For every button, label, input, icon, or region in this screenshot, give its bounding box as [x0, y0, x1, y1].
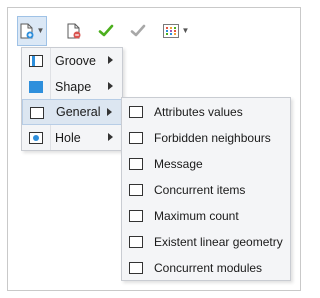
- general-icon: [30, 107, 44, 119]
- submenu-item-forbidden-neighbours[interactable]: Forbidden neighbours: [122, 125, 290, 151]
- chevron-right-icon: [108, 82, 113, 90]
- menu-item-label: Shape: [55, 80, 92, 94]
- submenu-item-label: Concurrent modules: [154, 261, 263, 275]
- menu-item-shape[interactable]: Shape: [22, 74, 122, 100]
- validate-disabled-button[interactable]: [126, 16, 150, 46]
- menu-item-label: General: [56, 105, 101, 119]
- rectangle-icon: [129, 210, 143, 222]
- menu-item-label: Hole: [55, 131, 81, 145]
- hole-icon: [29, 132, 43, 144]
- add-item-menu: Groove Shape General Hole: [21, 47, 123, 151]
- rectangle-icon: [129, 236, 143, 248]
- shape-icon: [29, 81, 43, 93]
- groove-icon: [29, 55, 43, 67]
- submenu-item-existent-linear-geometry[interactable]: Existent linear geometry: [122, 229, 290, 255]
- rectangle-icon: [129, 184, 143, 196]
- menu-item-groove[interactable]: Groove: [22, 48, 122, 74]
- grey-check-icon: [130, 24, 146, 37]
- grid-select-button[interactable]: ▼: [159, 16, 193, 46]
- grid-select-icon: [162, 24, 179, 38]
- validate-button[interactable]: [94, 16, 118, 46]
- add-item-button[interactable]: ▼: [17, 16, 47, 46]
- submenu-item-concurrent-modules[interactable]: Concurrent modules: [122, 255, 290, 281]
- chevron-down-icon[interactable]: ▼: [182, 27, 190, 35]
- submenu-item-message[interactable]: Message: [122, 151, 290, 177]
- remove-document-icon: [67, 23, 81, 39]
- general-submenu: Attributes values Forbidden neighbours M…: [121, 97, 291, 281]
- submenu-item-label: Attributes values: [154, 105, 243, 119]
- rectangle-icon: [129, 158, 143, 170]
- submenu-item-attributes-values[interactable]: Attributes values: [122, 99, 290, 125]
- green-check-icon: [98, 24, 114, 37]
- submenu-item-label: Forbidden neighbours: [154, 131, 271, 145]
- menu-item-hole[interactable]: Hole: [22, 125, 122, 151]
- submenu-item-label: Maximum count: [154, 209, 239, 223]
- submenu-item-maximum-count[interactable]: Maximum count: [122, 203, 290, 229]
- chevron-down-icon[interactable]: ▼: [37, 27, 45, 35]
- chevron-right-icon: [107, 108, 112, 116]
- submenu-item-label: Concurrent items: [154, 183, 246, 197]
- menu-item-label: Groove: [55, 54, 96, 68]
- menu-item-general[interactable]: General: [22, 99, 122, 125]
- chevron-right-icon: [108, 133, 113, 141]
- rectangle-icon: [129, 106, 143, 118]
- chevron-right-icon: [108, 56, 113, 64]
- submenu-item-label: Message: [154, 157, 203, 171]
- remove-item-button[interactable]: [62, 16, 86, 46]
- add-document-icon: [20, 23, 34, 39]
- submenu-item-concurrent-items[interactable]: Concurrent items: [122, 177, 290, 203]
- rectangle-icon: [129, 132, 143, 144]
- rectangle-icon: [129, 262, 143, 274]
- submenu-item-label: Existent linear geometry: [154, 235, 283, 249]
